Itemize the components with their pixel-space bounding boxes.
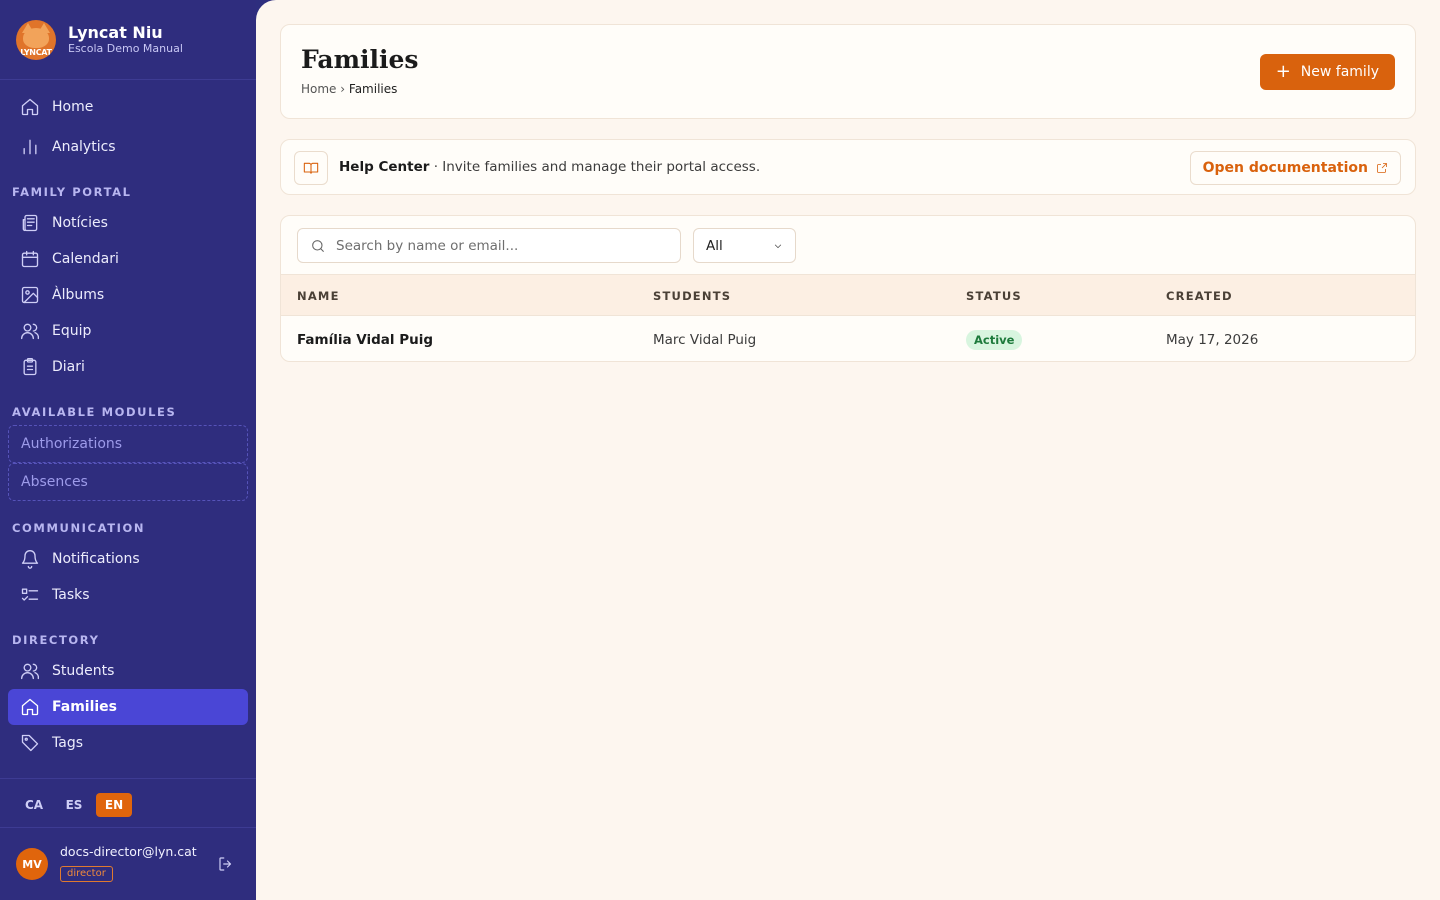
bar-chart-icon	[23, 139, 37, 155]
section-communication: COMMUNICATION	[12, 521, 146, 535]
column-status[interactable]: STATUS	[966, 289, 1022, 303]
role-badge: director	[60, 866, 113, 882]
sidebar-item-students[interactable]: Students	[8, 653, 248, 689]
list-check-icon	[21, 588, 39, 601]
table-row[interactable]: Família Vidal Puig Marc Vidal Puig Activ…	[281, 317, 1415, 361]
breadcrumb: Home › Families	[301, 82, 397, 96]
sidebar-item-label: Students	[52, 663, 115, 679]
language-switcher: CA ES EN	[0, 778, 256, 828]
sidebar-item-home[interactable]: Home	[8, 89, 248, 125]
breadcrumb-separator: ›	[340, 82, 346, 96]
section-directory: DIRECTORY	[12, 633, 100, 647]
status-filter-select[interactable]: All	[693, 228, 796, 263]
sidebar-item-label: Calendari	[52, 251, 119, 267]
bell-icon	[21, 550, 39, 569]
plus-icon: +	[1275, 61, 1291, 82]
sidebar-item-noticies[interactable]: Notícies	[8, 205, 248, 241]
module-absences[interactable]: Absences	[8, 463, 248, 501]
users-icon	[21, 663, 40, 680]
tag-icon	[21, 734, 39, 752]
family-name[interactable]: Família Vidal Puig	[297, 332, 433, 348]
breadcrumb-home[interactable]: Home	[301, 82, 336, 96]
sidebar-item-label: Families	[52, 699, 118, 715]
help-text: Help Center · Invite families and manage…	[339, 159, 760, 175]
section-family-portal: FAMILY PORTAL	[12, 185, 132, 199]
book-icon	[294, 151, 328, 185]
sidebar-item-calendari[interactable]: Calendari	[8, 241, 248, 277]
avatar[interactable]: MV	[16, 848, 48, 880]
sidebar-item-label: Tags	[52, 735, 83, 751]
family-students: Marc Vidal Puig	[653, 332, 757, 348]
home-icon	[21, 98, 39, 116]
newspaper-icon	[22, 214, 38, 232]
brand-header[interactable]: LYNCAT Lyncat Niu Escola Demo Manual	[0, 0, 256, 80]
logo-text: LYNCAT	[20, 47, 52, 57]
status-badge: Active	[966, 330, 1023, 350]
help-title: Help Center	[339, 159, 430, 175]
column-students[interactable]: STUDENTS	[653, 289, 731, 303]
lang-es-button[interactable]: ES	[56, 793, 92, 817]
status-filter-value: All	[706, 237, 723, 254]
sidebar-item-label: Àlbums	[52, 287, 105, 303]
search-icon	[312, 239, 324, 252]
calendar-icon	[21, 250, 39, 268]
sidebar-item-analytics[interactable]: Analytics	[8, 129, 248, 165]
sidebar-item-families[interactable]: Families	[8, 689, 248, 725]
open-documentation-button[interactable]: Open documentation	[1189, 151, 1401, 185]
new-family-button[interactable]: + New family	[1259, 54, 1395, 90]
help-banner: Help Center · Invite families and manage…	[280, 139, 1416, 195]
lang-ca-button[interactable]: CA	[16, 793, 52, 817]
lang-en-button[interactable]: EN	[96, 793, 132, 817]
table-header: NAME STUDENTS STATUS CREATED	[281, 274, 1415, 316]
created-date: May 17, 2026	[1166, 332, 1259, 348]
column-name[interactable]: NAME	[297, 289, 340, 303]
sidebar-item-albums[interactable]: Àlbums	[8, 277, 248, 313]
sidebar-item-equip[interactable]: Equip	[8, 313, 248, 349]
main-content: Families Home › Families + New family He…	[256, 0, 1440, 900]
page-title: Families	[301, 45, 419, 74]
sidebar-item-notifications[interactable]: Notifications	[8, 541, 248, 577]
search-box	[297, 228, 681, 263]
sidebar-item-tags[interactable]: Tags	[8, 725, 248, 761]
brand-logo: LYNCAT	[16, 19, 56, 60]
breadcrumb-current: Families	[348, 82, 398, 96]
user-email: docs-director@lyn.cat	[60, 844, 197, 859]
sidebar-item-label: Tasks	[52, 587, 90, 603]
image-icon	[21, 286, 39, 304]
column-created[interactable]: CREATED	[1166, 289, 1233, 303]
help-description: · Invite families and manage their porta…	[433, 159, 761, 175]
brand-name: Lyncat Niu	[68, 23, 163, 42]
search-input[interactable]	[336, 237, 656, 254]
users-icon	[21, 323, 40, 340]
user-panel: MV docs-director@lyn.cat director	[0, 830, 256, 900]
open-documentation-label: Open documentation	[1202, 160, 1368, 176]
sidebar-item-label: Home	[52, 99, 94, 115]
sidebar-item-label: Notícies	[52, 215, 108, 231]
school-name: Escola Demo Manual	[68, 42, 183, 55]
logout-button[interactable]	[217, 855, 235, 873]
sidebar-item-label: Equip	[52, 323, 92, 339]
external-link-icon	[1377, 163, 1387, 173]
sidebar-item-tasks[interactable]: Tasks	[8, 577, 248, 613]
clipboard-icon	[23, 358, 37, 376]
sidebar-item-diari[interactable]: Diari	[8, 349, 248, 385]
chevron-down-icon	[774, 244, 782, 249]
logout-icon	[219, 857, 232, 871]
module-authorizations[interactable]: Authorizations	[8, 425, 248, 463]
section-available-modules: AVAILABLE MODULES	[12, 405, 177, 419]
families-table-card: All NAME STUDENTS STATUS CREATED Família…	[280, 215, 1416, 362]
new-family-label: New family	[1300, 64, 1379, 80]
sidebar-item-label: Analytics	[52, 139, 116, 155]
home-icon	[21, 698, 39, 716]
sidebar-item-label: Notifications	[52, 551, 140, 567]
page-header: Families Home › Families + New family	[280, 24, 1416, 119]
sidebar-item-label: Diari	[52, 359, 85, 375]
sidebar: LYNCAT Lyncat Niu Escola Demo Manual Hom…	[0, 0, 256, 900]
